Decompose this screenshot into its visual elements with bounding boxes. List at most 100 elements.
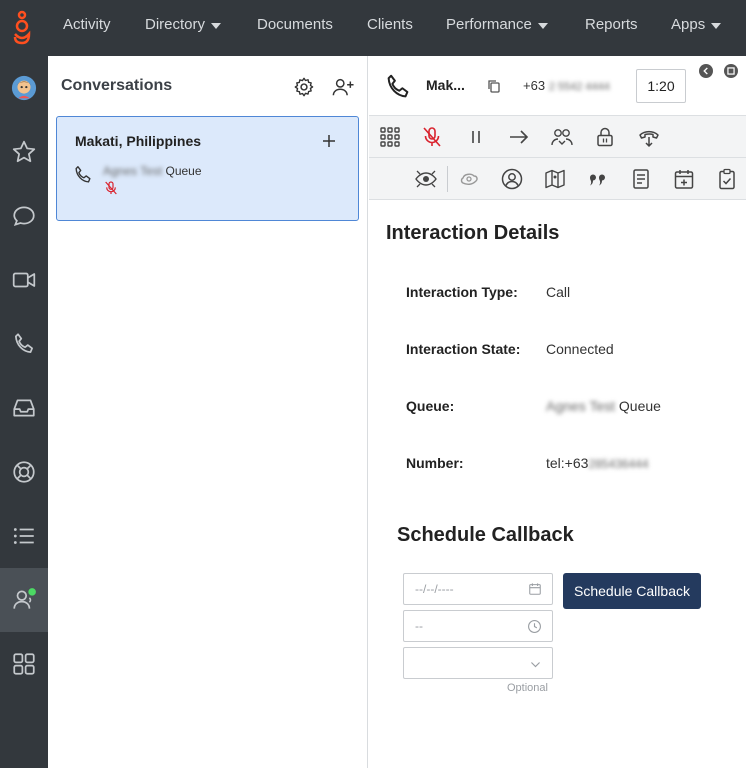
detail-value-type: Call — [546, 284, 571, 300]
inbox-icon — [13, 399, 35, 417]
nav-performance[interactable]: Performance — [446, 16, 548, 33]
inbox-button[interactable] — [0, 376, 48, 440]
monitor-eye-icon[interactable] — [414, 167, 438, 191]
chat-button[interactable] — [0, 184, 48, 248]
conversations-panel: Conversations Makati, Philippines Agnes … — [48, 56, 368, 768]
mic-muted-icon[interactable] — [420, 125, 444, 149]
phone-icon — [387, 74, 409, 98]
phone-icon — [15, 333, 33, 353]
interaction-tools-toolbar — [369, 158, 746, 200]
video-button[interactable] — [0, 248, 48, 312]
callback-time-placeholder: -- — [415, 619, 423, 633]
transfer-arrow-icon[interactable] — [507, 125, 531, 149]
optional-label: Optional — [507, 682, 548, 694]
apps-grid-button[interactable] — [0, 632, 48, 696]
conversation-card-title: Makati, Philippines — [75, 133, 202, 149]
callback-number-select[interactable] — [403, 647, 553, 679]
call-header: Mak... +63 2 5542 4444 1:20 — [369, 56, 746, 116]
schedule-callback-title: Schedule Callback — [397, 524, 574, 546]
avatar[interactable] — [0, 56, 48, 120]
caller-name: Mak... — [426, 77, 465, 93]
call-controls-toolbar — [369, 116, 746, 158]
callback-date-input[interactable]: --/--/---- — [403, 573, 553, 605]
toolbar-divider — [447, 166, 448, 192]
copy-icon[interactable] — [486, 78, 502, 94]
dialpad-icon[interactable] — [378, 125, 402, 149]
interaction-panel: Mak... +63 2 5542 4444 1:20 Interaction … — [369, 56, 746, 768]
detail-number-prefix: tel:+63 — [546, 455, 589, 471]
caller-number-rest: 2 5542 4444 — [548, 81, 610, 93]
favorites-button[interactable] — [0, 120, 48, 184]
consult-icon[interactable] — [550, 125, 574, 149]
schedule-callback-button[interactable]: Schedule Callback — [563, 573, 701, 609]
chevron-down-icon — [531, 662, 540, 668]
video-icon — [12, 272, 36, 288]
nav-apps[interactable]: Apps — [671, 16, 722, 33]
detail-value-state: Connected — [546, 341, 614, 357]
detail-queue-suffix: Queue — [618, 398, 661, 414]
detail-label-number: Number: — [406, 455, 464, 471]
schedule-calendar-add-icon[interactable] — [672, 167, 696, 191]
nav-clients-label: Clients — [367, 16, 413, 33]
popout-icon[interactable] — [724, 64, 738, 78]
nav-documents[interactable]: Documents — [257, 16, 333, 33]
response-quote-icon[interactable] — [586, 167, 610, 191]
nav-directory[interactable]: Directory — [145, 16, 222, 33]
top-navigation-bar: Activity Directory Documents Clients Per… — [0, 0, 746, 56]
chevron-down-icon — [537, 22, 548, 29]
user-avatar-icon — [11, 75, 37, 101]
lifebuoy-icon — [13, 461, 35, 483]
list-icon — [13, 528, 34, 544]
notes-document-icon[interactable] — [629, 167, 653, 191]
call-timer: 1:20 — [636, 69, 686, 103]
contact-profile-icon[interactable] — [500, 167, 524, 191]
hold-icon[interactable] — [464, 125, 488, 149]
gear-icon[interactable] — [293, 76, 315, 98]
caller-number: +63 2 5542 4444 — [523, 78, 610, 93]
left-sidebar — [0, 56, 48, 768]
agent-status-icon — [13, 588, 36, 609]
journey-map-icon[interactable] — [543, 167, 567, 191]
nav-reports[interactable]: Reports — [585, 16, 638, 33]
calendar-icon[interactable] — [528, 582, 542, 596]
disconnect-icon[interactable] — [637, 125, 661, 149]
card-queue-name: Agnes Test — [103, 164, 163, 178]
chat-bubble-icon — [13, 206, 35, 227]
chevron-down-icon — [211, 22, 222, 29]
detail-value-number: tel:+63285436444 — [546, 455, 649, 471]
clock-icon[interactable] — [527, 619, 542, 634]
conversation-card[interactable]: Makati, Philippines Agnes Test Queue — [56, 116, 359, 221]
nav-documents-label: Documents — [257, 16, 333, 33]
help-button[interactable] — [0, 440, 48, 504]
queue-list-button[interactable] — [0, 504, 48, 568]
conversations-title: Conversations — [61, 77, 173, 94]
nav-clients[interactable]: Clients — [367, 16, 413, 33]
add-person-icon[interactable] — [331, 76, 355, 98]
nav-performance-label: Performance — [446, 16, 532, 33]
nav-activity-label: Activity — [63, 16, 111, 33]
star-icon — [12, 140, 36, 163]
interaction-details-title: Interaction Details — [386, 222, 560, 244]
detail-label-type: Interaction Type: — [406, 284, 518, 300]
scripts-icon[interactable] — [457, 167, 481, 191]
chevron-down-icon — [711, 22, 722, 29]
callback-time-input[interactable]: -- — [403, 610, 553, 642]
phone-button[interactable] — [0, 312, 48, 376]
phone-icon — [75, 166, 91, 183]
chevron-left-icon[interactable] — [699, 64, 713, 78]
callback-date-placeholder: --/--/---- — [415, 582, 454, 596]
wrapup-clipboard-check-icon[interactable] — [715, 167, 739, 191]
detail-queue-name: Agnes Test — [546, 398, 616, 414]
detail-label-queue: Queue: — [406, 398, 455, 414]
mic-muted-icon — [105, 181, 117, 195]
card-queue-suffix: Queue — [165, 164, 202, 178]
detail-label-state: Interaction State: — [406, 341, 521, 357]
nav-directory-label: Directory — [145, 16, 206, 33]
secure-pause-lock-icon[interactable] — [593, 125, 617, 149]
plus-icon[interactable] — [321, 133, 337, 149]
apps-grid-icon — [13, 653, 35, 675]
nav-apps-label: Apps — [671, 16, 706, 33]
nav-activity[interactable]: Activity — [63, 16, 111, 33]
agent-status-button[interactable] — [0, 568, 48, 632]
genesys-logo-icon[interactable] — [10, 10, 34, 46]
